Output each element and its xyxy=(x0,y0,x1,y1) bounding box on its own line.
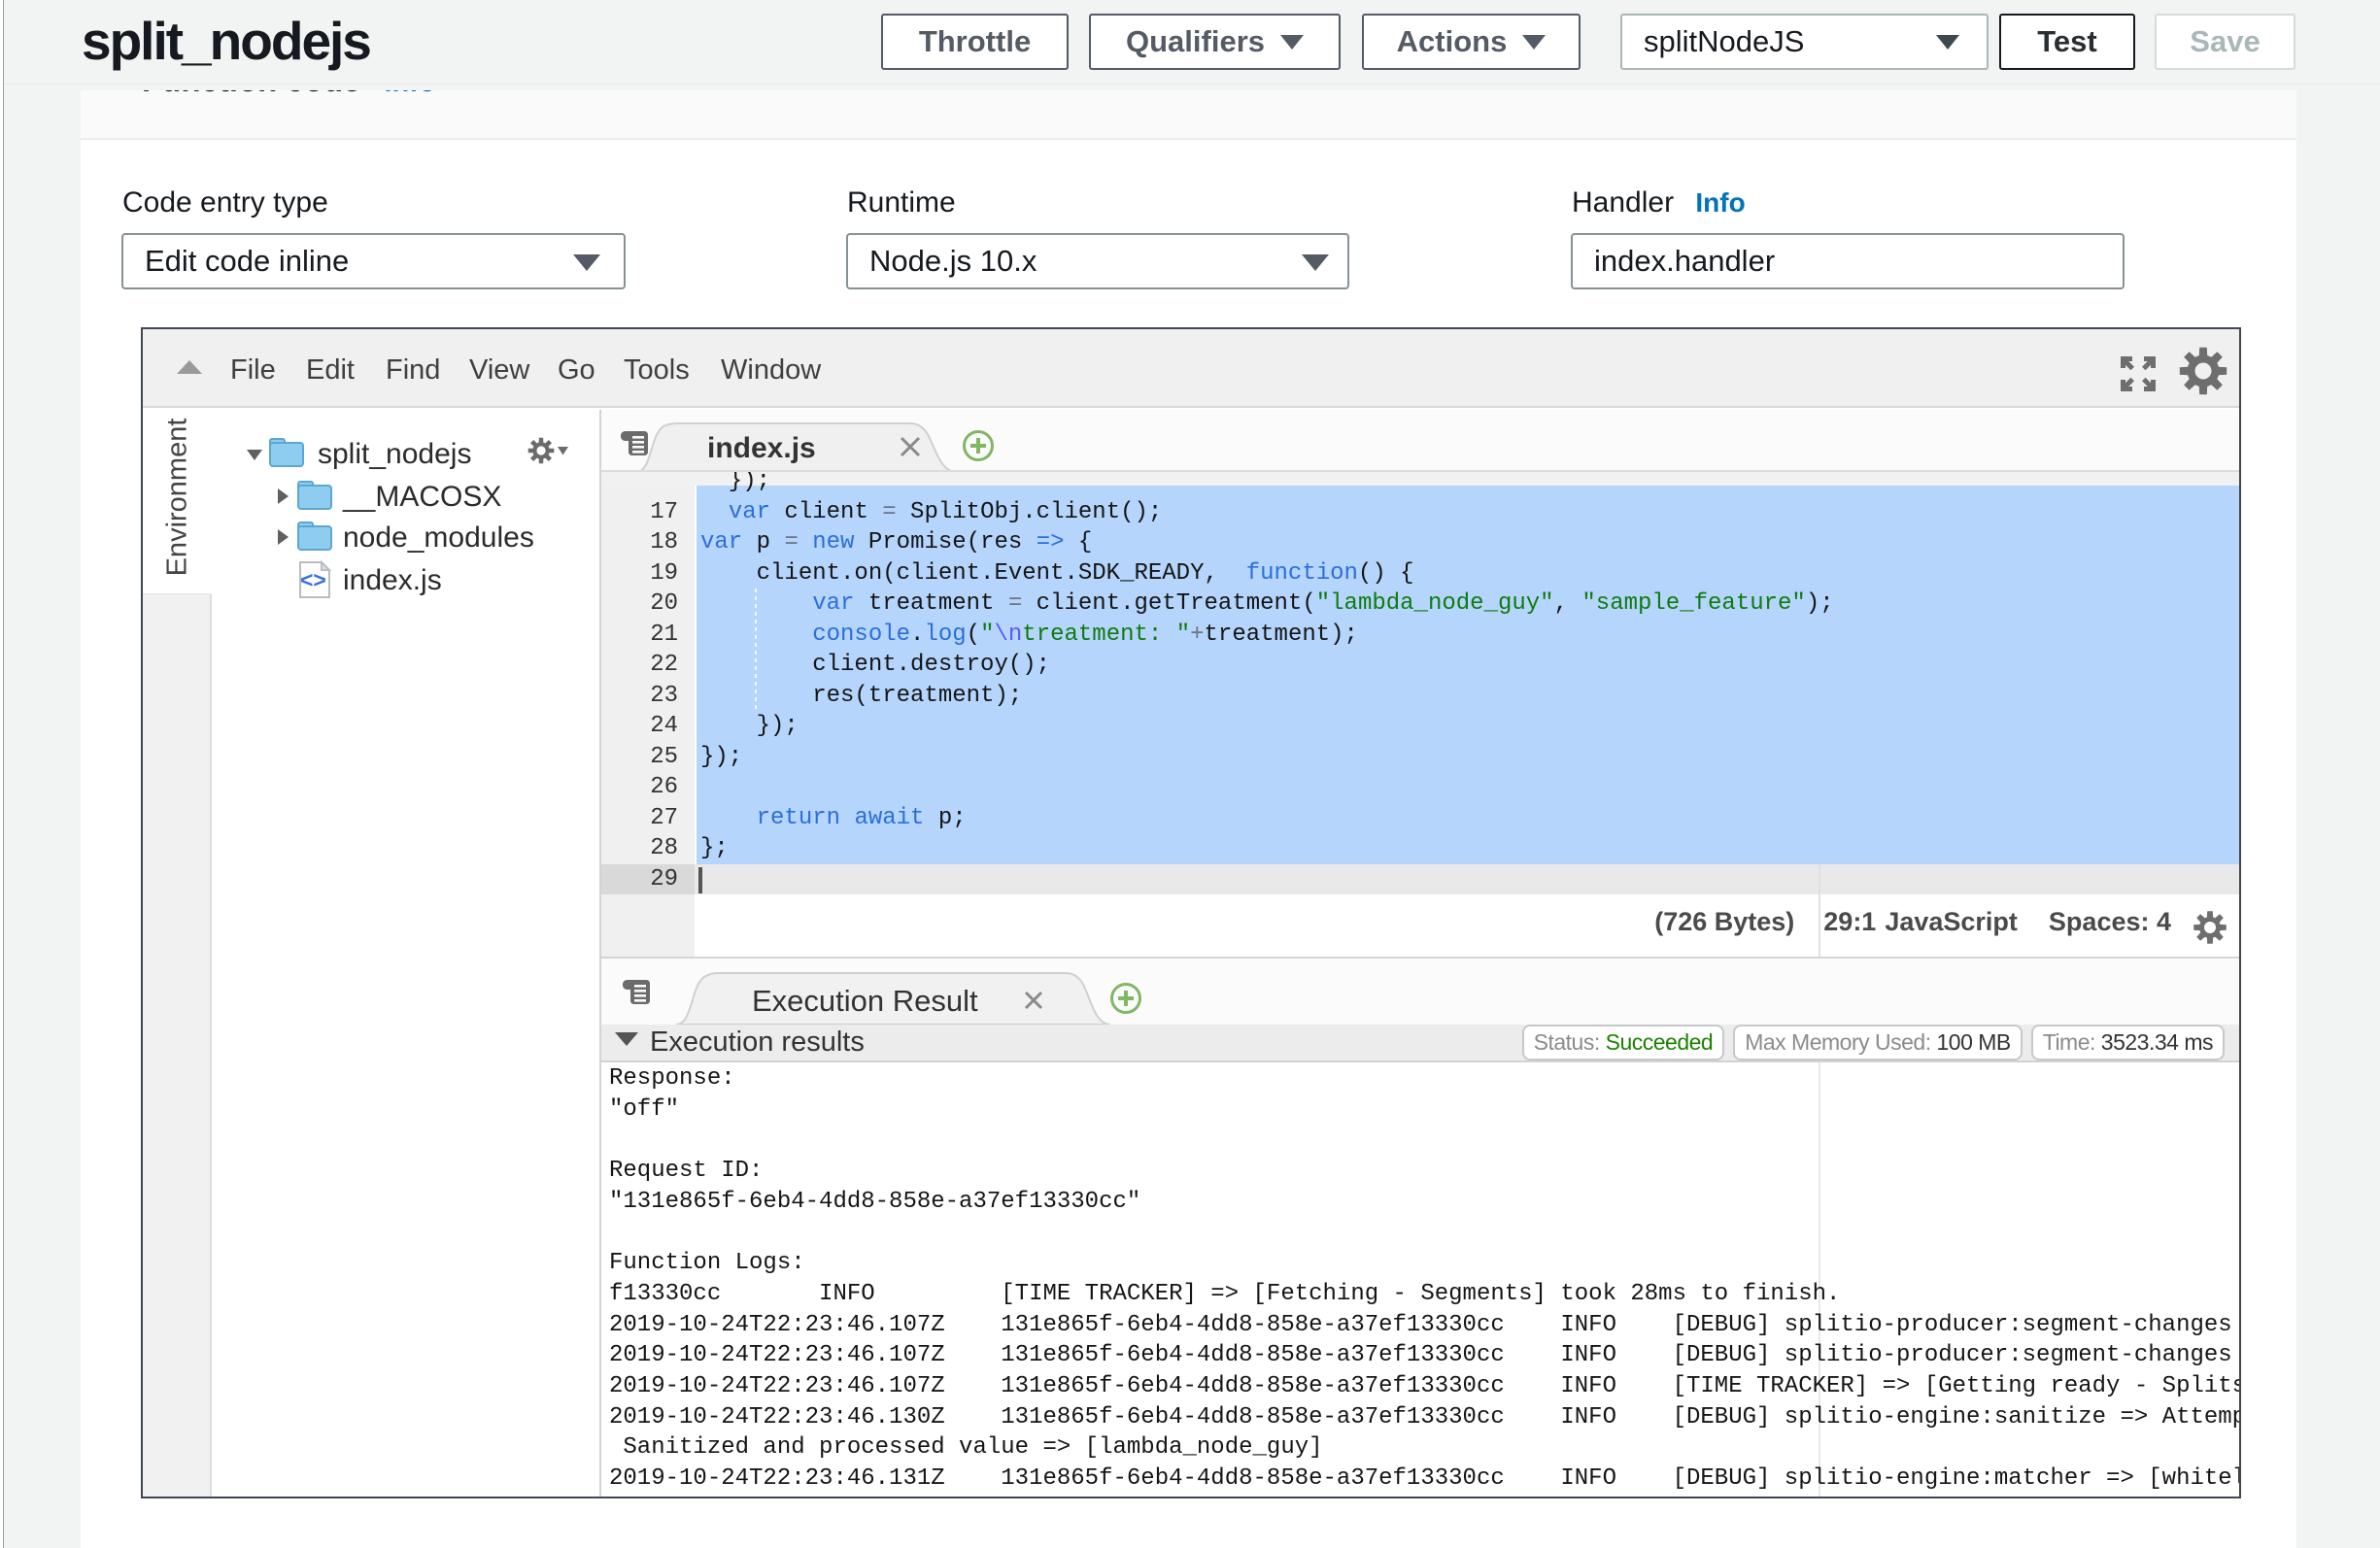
svg-text:<>: <> xyxy=(300,567,326,592)
